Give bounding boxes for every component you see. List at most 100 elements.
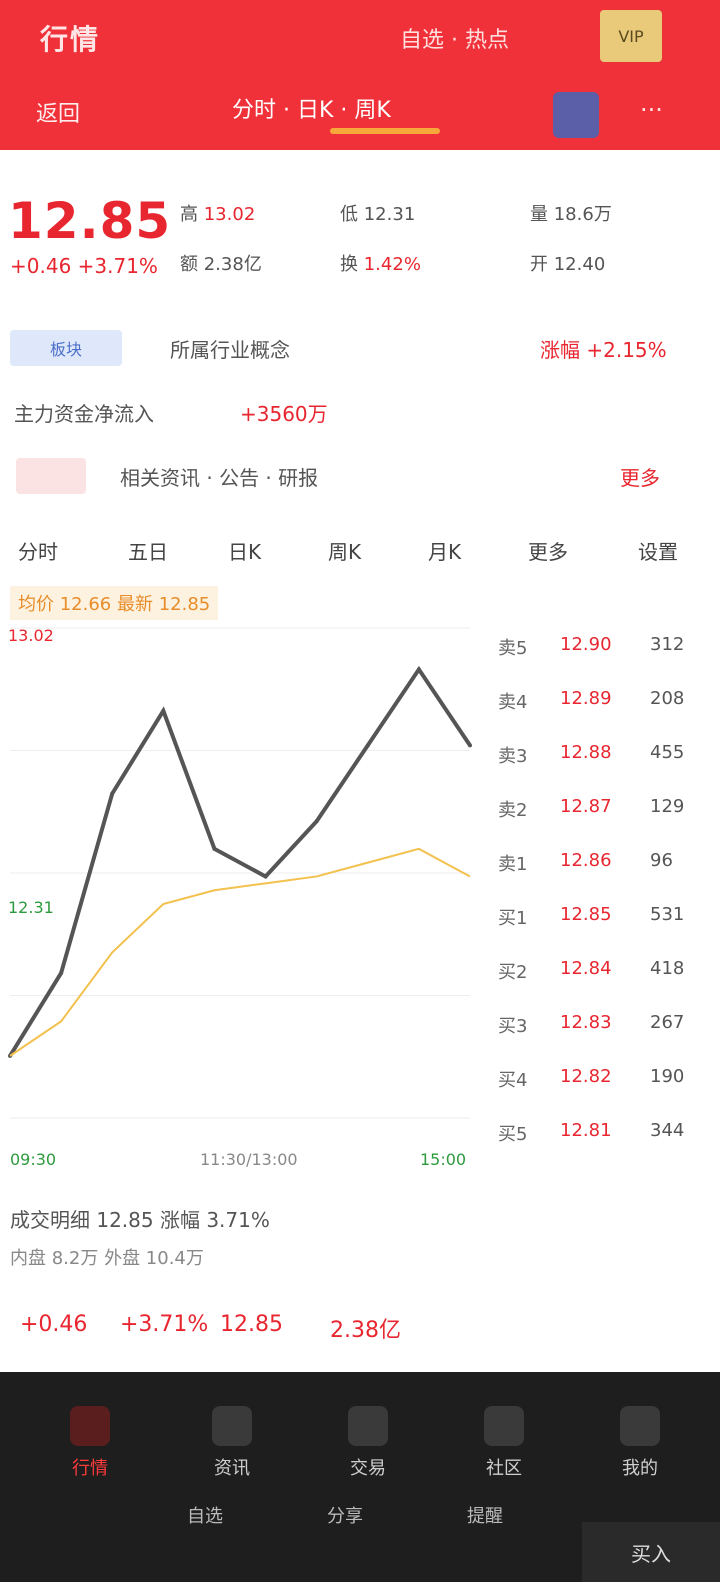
quote-cell: 高 13.02 — [180, 204, 256, 225]
back-button[interactable]: 返回 — [36, 96, 80, 128]
tab-settings[interactable]: 设置 — [638, 536, 678, 565]
detail-value-amount: 2.38亿 — [330, 1318, 401, 1343]
order-volume: 208 — [650, 688, 685, 709]
order-price: 12.84 — [560, 958, 612, 979]
detail-value-price: 12.85 — [220, 1312, 283, 1337]
sector-tag: 板块 — [10, 330, 122, 366]
data-point — [59, 971, 64, 976]
order-volume: 267 — [650, 1012, 685, 1033]
trade-detail-panel: 成交明细 12.85 涨幅 3.71% 内盘 8.2万 外盘 10.4万 +0.… — [0, 1190, 720, 1370]
order-level-label: 买1 — [498, 908, 528, 929]
vip-badge[interactable]: VIP — [600, 10, 662, 62]
chart-icon — [70, 1406, 110, 1446]
intraday-chart[interactable]: 均价 12.66 最新 12.85 13.02 12.31 09:30 11:3… — [0, 578, 490, 1188]
price-change: +0.46 +3.71% — [10, 254, 158, 278]
nav-tab-market[interactable]: 行情 — [30, 1406, 150, 1480]
order-volume: 312 — [650, 634, 685, 655]
sector-change: 涨幅 +2.15% — [540, 338, 667, 362]
quote-cell: 换 1.42% — [340, 254, 421, 275]
order-level-label: 买2 — [498, 962, 528, 983]
nav-tab-news[interactable]: 资讯 — [172, 1406, 292, 1480]
data-point — [416, 667, 421, 672]
quote-summary: 12.85 +0.46 +3.71% 高 13.02 低 12.31 量 18.… — [0, 178, 720, 308]
tab-5day[interactable]: 五日 — [128, 536, 168, 565]
watchlist-button[interactable]: 自选 — [150, 1502, 260, 1528]
order-volume: 129 — [650, 796, 685, 817]
order-book-row[interactable]: 卖5 12.90 312 — [490, 620, 720, 672]
avatar[interactable] — [553, 92, 599, 138]
header-subtitle[interactable]: 自选 · 热点 — [400, 22, 509, 54]
capital-flow-row[interactable]: 主力资金净流入 +3560万 — [0, 384, 720, 440]
sector-text: 所属行业概念 — [170, 338, 290, 362]
series-line-avg — [9, 847, 471, 1057]
quote-cell: 量 18.6万 — [530, 204, 612, 225]
order-price: 12.87 — [560, 796, 612, 817]
nav-tab-profile[interactable]: 我的 — [580, 1406, 700, 1480]
news-more-link[interactable]: 更多 — [620, 462, 660, 491]
alert-button[interactable]: 提醒 — [430, 1502, 540, 1528]
data-point — [161, 708, 166, 713]
tab-weekly[interactable]: 周K — [328, 536, 361, 565]
order-book-row[interactable]: 卖3 12.88 455 — [490, 728, 720, 780]
order-price: 12.82 — [560, 1066, 612, 1087]
order-book-row[interactable]: 买2 12.84 418 — [490, 944, 720, 996]
capital-flow-label: 主力资金净流入 — [14, 402, 154, 426]
nav-tab-community[interactable]: 社区 — [444, 1406, 564, 1480]
header-nav-row: 返回 分时 · 日K · 周K ··· — [0, 86, 720, 142]
app-title: 行情 — [40, 23, 101, 56]
sector-row[interactable]: 板块 所属行业概念 涨幅 +2.15% — [0, 320, 720, 376]
trade-detail-sub: 内盘 8.2万 外盘 10.4万 — [10, 1248, 204, 1269]
order-book-row[interactable]: 卖4 12.89 208 — [490, 674, 720, 726]
tab-daily[interactable]: 日K — [228, 536, 261, 565]
data-point — [110, 791, 115, 796]
news-icon — [212, 1406, 252, 1446]
order-book: 卖5 12.90 312 卖4 12.89 208 卖3 12.88 455 卖2 12.87 129… — [490, 620, 720, 1190]
news-icon — [16, 458, 86, 494]
current-price: 12.85 — [8, 192, 172, 250]
order-volume: 344 — [650, 1120, 685, 1141]
order-book-row[interactable]: 买5 12.81 344 — [490, 1106, 720, 1158]
more-button[interactable]: ··· — [640, 96, 663, 124]
tab-monthly[interactable]: 月K — [428, 536, 461, 565]
community-icon — [484, 1406, 524, 1446]
tab-intraday[interactable]: 分时 — [18, 536, 58, 565]
order-book-row[interactable]: 卖1 12.86 96 — [490, 836, 720, 888]
order-level-label: 买3 — [498, 1016, 528, 1037]
x-axis-start-label: 09:30 — [10, 1150, 57, 1169]
order-level-label: 卖5 — [498, 638, 528, 659]
order-volume: 418 — [650, 958, 685, 979]
order-book-row[interactable]: 卖2 12.87 129 — [490, 782, 720, 834]
data-point — [263, 874, 268, 879]
buy-button[interactable]: 买入 — [582, 1522, 720, 1582]
header-top-row: 行情 自选 · 热点 VIP — [0, 0, 720, 78]
capital-flow-value: +3560万 — [240, 402, 328, 426]
data-point — [212, 846, 217, 851]
trade-icon — [348, 1406, 388, 1446]
order-level-label: 卖4 — [498, 692, 528, 713]
order-price: 12.83 — [560, 1012, 612, 1033]
nav-tab-trade[interactable]: 交易 — [308, 1406, 428, 1480]
order-level-label: 买4 — [498, 1070, 528, 1091]
order-volume: 96 — [650, 850, 673, 871]
order-level-label: 卖1 — [498, 854, 528, 875]
data-point — [468, 743, 472, 748]
data-point — [365, 743, 370, 748]
tab-more[interactable]: 更多 — [528, 536, 568, 565]
quote-cell: 额 2.38亿 — [180, 254, 262, 275]
user-icon — [620, 1406, 660, 1446]
order-level-label: 卖2 — [498, 800, 528, 821]
order-volume: 455 — [650, 742, 685, 763]
order-book-row[interactable]: 买3 12.83 267 — [490, 998, 720, 1050]
order-book-row[interactable]: 买4 12.82 190 — [490, 1052, 720, 1104]
data-point — [314, 819, 319, 824]
order-level-label: 买5 — [498, 1124, 528, 1145]
stock-view-switch[interactable]: 分时 · 日K · 周K — [232, 92, 391, 124]
order-book-row[interactable]: 买1 12.85 531 — [490, 890, 720, 942]
news-row[interactable]: 相关资讯 · 公告 · 研报 更多 — [0, 448, 720, 504]
order-price: 12.90 — [560, 634, 612, 655]
order-price: 12.85 — [560, 904, 612, 925]
stock-detail-screen: 行情 自选 · 热点 VIP 返回 分时 · 日K · 周K ··· 12.85… — [0, 0, 720, 1582]
detail-value-pct: +3.71% — [120, 1312, 209, 1337]
chart-legend: 均价 12.66 最新 12.85 — [10, 586, 219, 620]
share-button[interactable]: 分享 — [290, 1502, 400, 1528]
